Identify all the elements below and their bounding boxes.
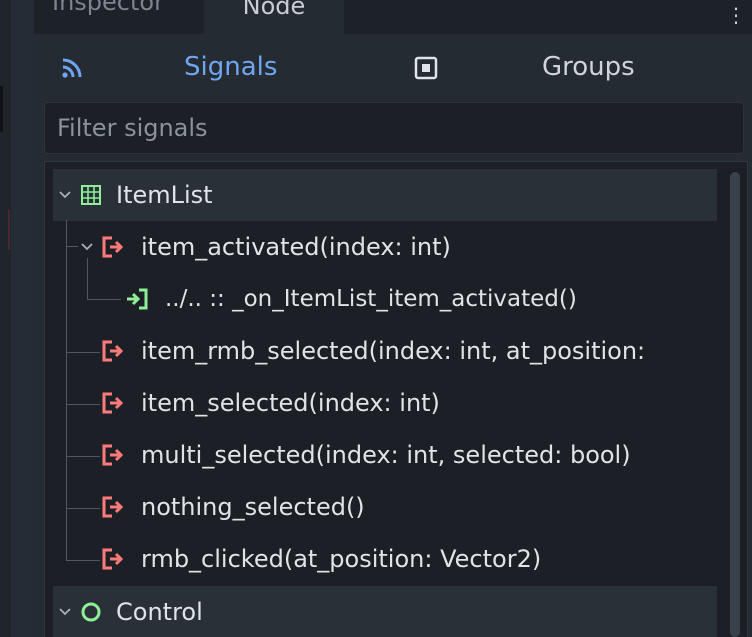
section-label-control: Control [116,598,203,626]
dock-tab-bar: Inspector Node ⋮ [34,0,752,34]
signal-label: item_activated(index: int) [141,233,451,261]
node-dock-toolbar: Signals Groups [34,44,752,94]
tree-section-control[interactable]: Control [53,586,717,637]
group-icon[interactable] [414,56,438,80]
section-label-itemlist: ItemList [116,181,213,209]
dock-splitter[interactable] [11,0,34,637]
filter-signals-box [44,102,744,154]
signal-item[interactable]: nothing_selected() [53,481,747,533]
signal-icon[interactable] [60,56,84,80]
signal-emit-icon [102,236,124,258]
connection-label: ../.. :: _on_ItemList_item_activated() [165,286,577,312]
chevron-down-icon[interactable] [81,241,93,253]
tab-inspector[interactable]: Inspector [52,0,164,28]
slot-connection-icon [127,288,148,310]
signal-emit-icon [102,548,124,570]
signal-label: multi_selected(index: int, selected: boo… [141,441,631,469]
signal-emit-icon [102,392,124,414]
signal-label: item_selected(index: int) [141,389,440,417]
signal-label: item_rmb_selected(index: int, at_positio… [141,337,646,365]
signal-label: nothing_selected() [141,493,365,521]
left-editor-marker [0,86,3,132]
signals-tab-button[interactable]: Signals [184,52,277,82]
signal-emit-icon [102,340,124,362]
signal-emit-icon [102,444,124,466]
signal-item[interactable]: item_selected(index: int) [53,377,747,429]
left-editor-marker-red [8,210,10,250]
tree-section-itemlist[interactable]: ItemList [53,169,717,221]
signals-tree: ItemList item_activated(index: int) ../.… [44,161,748,637]
control-icon [81,602,101,622]
chevron-down-icon[interactable] [59,189,71,201]
itemlist-icon [81,185,101,205]
filter-signals-input[interactable] [45,103,743,153]
signal-emit-icon [102,496,124,518]
signal-connection[interactable]: ../.. :: _on_ItemList_item_activated() [53,273,747,325]
tab-node[interactable]: Node [204,0,344,34]
signal-item[interactable]: rmb_clicked(at_position: Vector2) [53,533,747,585]
signal-item[interactable]: item_rmb_selected(index: int, at_positio… [53,325,747,377]
kebab-menu-icon[interactable]: ⋮ [726,5,746,25]
groups-tab-button[interactable]: Groups [542,52,635,82]
signal-label: rmb_clicked(at_position: Vector2) [141,545,542,573]
chevron-down-icon[interactable] [59,606,71,618]
tree-scrollbar[interactable] [730,172,740,637]
signal-item[interactable]: item_activated(index: int) [53,221,747,273]
signal-item[interactable]: multi_selected(index: int, selected: boo… [53,429,747,481]
